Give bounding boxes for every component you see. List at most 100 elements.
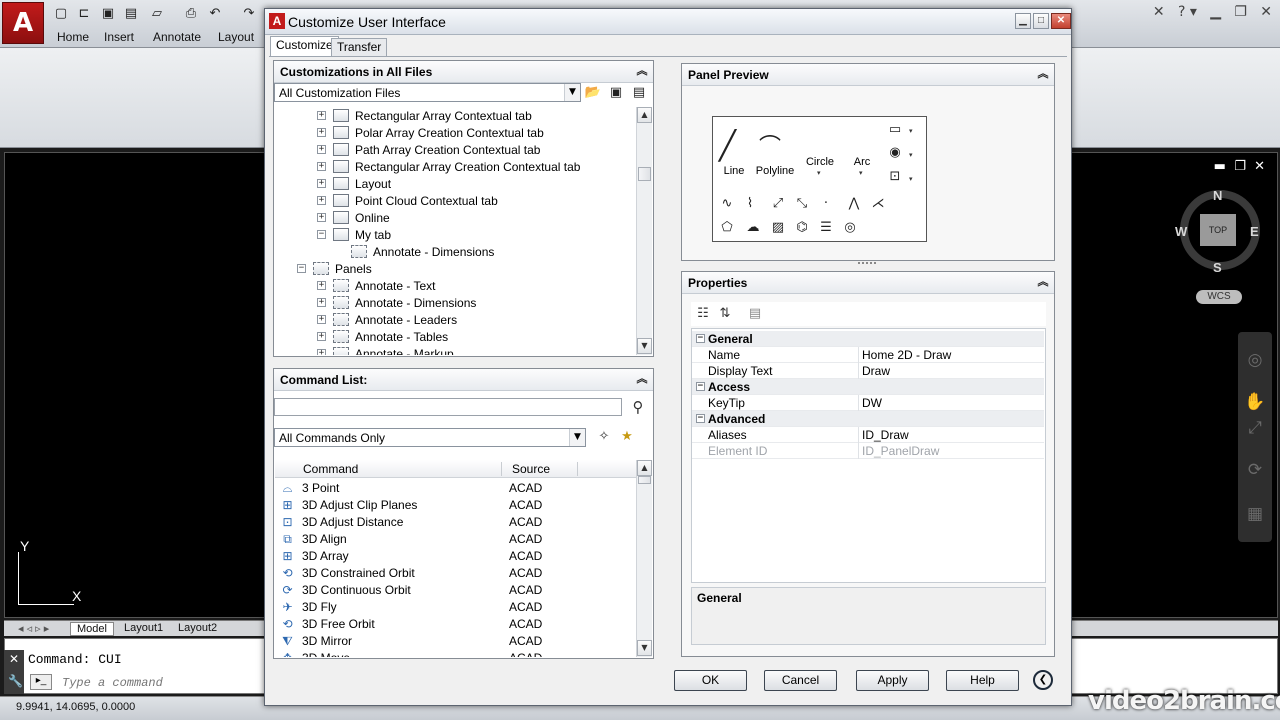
exchange-close-icon[interactable]: ✕ (1153, 4, 1165, 20)
sort-alphabetical-icon[interactable]: ⇅ (715, 304, 735, 324)
command-row[interactable]: ⊡ 3D Adjust Distance ACAD (275, 514, 636, 531)
command-close-icon[interactable]: ✕ (9, 652, 19, 666)
tree-item[interactable]: + Online (275, 210, 635, 227)
command-list[interactable]: ⌓ 3 Point ACAD ⊞ 3D Adjust Clip Planes ACAD ⊡ 3… (275, 479, 636, 657)
collapse-icon[interactable]: − (297, 264, 306, 273)
undo-icon[interactable]: ↶ (206, 6, 224, 22)
expand-icon[interactable]: + (317, 281, 326, 290)
property-row[interactable]: Element ID ID_PanelDraw (692, 443, 1044, 459)
ribbon-tab-layout[interactable]: Layout (218, 30, 254, 44)
expand-icon[interactable]: + (317, 162, 326, 171)
wcs-menu[interactable]: WCS (1196, 290, 1242, 304)
save-icon[interactable]: ▣ (99, 6, 117, 22)
tree-item[interactable]: + Annotate - Leaders (275, 312, 635, 329)
close-icon[interactable]: ✕ (1260, 4, 1272, 20)
scroll-down-icon[interactable]: ▼ (637, 640, 652, 656)
search-icon[interactable]: ⚲ (628, 397, 648, 417)
help-icon[interactable]: ? (1178, 4, 1185, 20)
chevron-down-icon[interactable]: ▼ (564, 84, 580, 101)
save-as-icon[interactable]: ▤ (629, 83, 649, 103)
command-row[interactable]: ⟳ 3D Continuous Orbit ACAD (275, 582, 636, 599)
property-row[interactable]: Aliases ID_Draw (692, 427, 1044, 443)
cancel-button[interactable]: Cancel (764, 670, 837, 691)
collapse-icon[interactable]: ︽ (1036, 275, 1050, 289)
command-input[interactable] (62, 676, 262, 690)
property-value[interactable]: Draw (862, 364, 890, 378)
redo-icon[interactable]: ↷ (240, 6, 258, 22)
scroll-up-icon[interactable]: ▲ (637, 107, 652, 123)
ok-button[interactable]: OK (674, 670, 747, 691)
collapse-icon[interactable]: ︽ (635, 372, 649, 386)
tree-item[interactable]: + Annotate - Tables (275, 329, 635, 346)
apply-button[interactable]: Apply (856, 670, 929, 691)
tree-item[interactable]: + Rectangular Array Creation Contextual t… (275, 159, 635, 176)
command-row[interactable]: ⧉ 3D Align ACAD (275, 531, 636, 548)
customization-file-select[interactable]: All Customization Files ▼ (274, 83, 581, 102)
tree-item[interactable]: + Annotate - Markup (275, 346, 635, 355)
command-customize-icon[interactable]: 🔧 (8, 674, 23, 688)
publish-icon[interactable]: ▱ (148, 6, 166, 22)
command-filter-select[interactable]: All Commands Only ▼ (274, 428, 586, 447)
maximize-button[interactable]: □ (1033, 13, 1049, 29)
layout-tab-model[interactable]: Model (70, 622, 114, 636)
open-file-icon[interactable]: 📂 (583, 83, 603, 103)
help-button[interactable]: Help (946, 670, 1019, 691)
tree-item[interactable]: + Annotate - Text (275, 278, 635, 295)
tab-transfer[interactable]: Transfer (331, 38, 388, 56)
ribbon-tab-annotate[interactable]: Annotate (153, 30, 201, 44)
print-icon[interactable]: ⎙ (182, 6, 200, 22)
command-row[interactable]: ⧨ 3D Mirror ACAD (275, 633, 636, 650)
tab-customize[interactable]: Customize (270, 36, 339, 57)
tree-item[interactable]: + Point Cloud Contextual tab (275, 193, 635, 210)
viewport-window-controls[interactable]: ▬ ❐ ✕ (1214, 159, 1265, 174)
tree-item[interactable]: − Panels (275, 261, 635, 278)
scroll-down-icon[interactable]: ▼ (637, 338, 652, 354)
zoom-icon[interactable]: ⤢ (1244, 418, 1266, 440)
property-row[interactable]: Name Home 2D - Draw (692, 347, 1044, 363)
tree-item[interactable]: + Rectangular Array Contextual tab (275, 108, 635, 125)
tree-scrollbar[interactable]: ▲ ▼ (636, 107, 652, 355)
customization-tree[interactable]: + Rectangular Array Contextual tab + Polar … (275, 107, 636, 355)
expand-icon[interactable]: + (317, 298, 326, 307)
command-search-input[interactable] (274, 398, 622, 416)
expand-icon[interactable]: + (317, 145, 326, 154)
orbit-icon[interactable]: ⟳ (1244, 460, 1266, 482)
command-row[interactable]: ⟲ 3D Constrained Orbit ACAD (275, 565, 636, 582)
scroll-thumb[interactable] (638, 167, 651, 181)
expand-icon[interactable]: + (317, 213, 326, 222)
command-row[interactable]: ⊞ 3D Adjust Clip Planes ACAD (275, 497, 636, 514)
ribbon-tab-home[interactable]: Home (57, 30, 89, 44)
collapse-icon[interactable]: ︽ (635, 64, 649, 78)
expand-icon[interactable]: + (317, 332, 326, 341)
new-command-star-icon[interactable]: ★ (617, 427, 637, 447)
layout-tab-layout2[interactable]: Layout2 (172, 622, 223, 634)
application-menu-button[interactable]: A (2, 2, 44, 44)
tree-item[interactable]: Annotate - Dimensions (275, 244, 635, 261)
steering-wheel-icon[interactable]: ◎ (1244, 350, 1266, 372)
layout-nav-arrows[interactable]: ◂ ◃ ▹ ▸ (12, 622, 55, 635)
property-category[interactable]: − General (692, 331, 1044, 347)
expand-icon[interactable]: + (317, 349, 326, 355)
scroll-up-icon[interactable]: ▲ (637, 460, 652, 476)
save-icon[interactable]: ▣ (606, 83, 626, 103)
property-value[interactable]: ID_PanelDraw (862, 444, 939, 458)
property-row[interactable]: Display Text Draw (692, 363, 1044, 379)
pan-icon[interactable]: ✋ (1244, 392, 1266, 414)
column-source[interactable]: Source (512, 462, 550, 476)
open-icon[interactable]: ⊏ (75, 6, 93, 22)
collapse-dialog-icon[interactable]: ❮ (1033, 670, 1053, 690)
collapse-icon[interactable]: ︽ (1036, 67, 1050, 81)
command-list-scrollbar[interactable]: ▲ ▼ (636, 460, 652, 657)
collapse-icon[interactable]: − (696, 414, 705, 423)
expand-icon[interactable]: + (317, 179, 326, 188)
tree-item[interactable]: + Layout (275, 176, 635, 193)
command-row[interactable]: ✈ 3D Fly ACAD (275, 599, 636, 616)
tree-item[interactable]: + Annotate - Dimensions (275, 295, 635, 312)
chevron-down-icon[interactable]: ▼ (569, 429, 585, 446)
layout-tab-layout1[interactable]: Layout1 (118, 622, 169, 634)
command-row[interactable]: ✥ 3D Move ACAD (275, 650, 636, 657)
tree-item[interactable]: − My tab (275, 227, 635, 244)
property-category[interactable]: − Access (692, 379, 1044, 395)
new-icon[interactable]: ▢ (52, 6, 70, 22)
property-category[interactable]: − Advanced (692, 411, 1044, 427)
